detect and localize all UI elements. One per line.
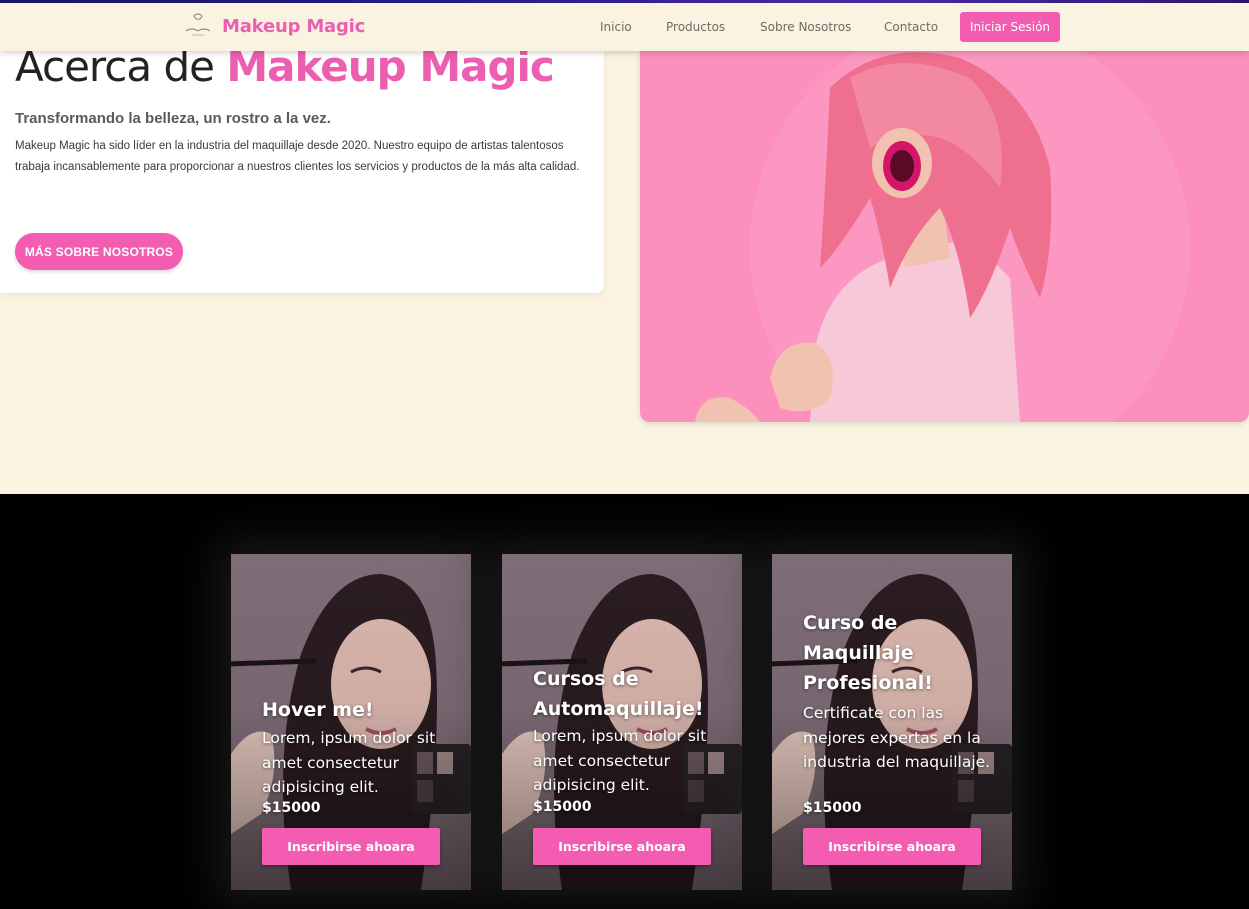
nav-link-productos[interactable]: Productos xyxy=(666,20,725,34)
about-text: Makeup Magic ha sido líder en la industr… xyxy=(15,140,580,173)
course-card-description: Certificate con las mejores expertas en … xyxy=(803,704,991,771)
course-card-price: $15000 xyxy=(803,800,862,816)
brand[interactable]: Makeup Magic xyxy=(182,10,365,42)
more-about-us-button[interactable]: MÁS SOBRE NOSOTROS xyxy=(15,233,183,270)
brand-name: Makeup Magic xyxy=(222,15,366,37)
navbar: Makeup Magic Inicio Productos Sobre Noso… xyxy=(0,3,1249,51)
course-card[interactable]: Curso de Maquillaje Profesional! Certifi… xyxy=(772,554,1012,890)
enroll-button[interactable]: Inscribirse ahoara xyxy=(533,828,711,865)
course-card-title: Hover me! xyxy=(262,699,374,721)
brand-logo-icon xyxy=(182,10,214,42)
course-card[interactable]: Hover me! Lorem, ipsum dolor sit amet co… xyxy=(231,554,471,890)
course-card-price: $15000 xyxy=(262,800,321,816)
enroll-button[interactable]: Inscribirse ahoara xyxy=(803,828,981,865)
course-card-description: Lorem, ipsum dolor sit amet consectetur … xyxy=(533,727,707,794)
hero-image xyxy=(640,48,1249,422)
course-card[interactable]: Cursos de Automaquillaje! Lorem, ipsum d… xyxy=(502,554,742,890)
nav-link-sobre-nosotros[interactable]: Sobre Nosotros xyxy=(760,20,851,34)
course-card-title: Curso de Maquillaje Profesional! xyxy=(803,612,933,694)
nav-link-inicio[interactable]: Inicio xyxy=(600,20,632,34)
login-button[interactable]: Iniciar Sesión xyxy=(960,12,1060,42)
course-card-title: Cursos de Automaquillaje! xyxy=(533,668,704,720)
courses-section: Hover me! Lorem, ipsum dolor sit amet co… xyxy=(0,494,1249,909)
course-card-price: $15000 xyxy=(533,799,592,815)
nav-link-contacto[interactable]: Contacto xyxy=(884,20,938,34)
course-card-description: Lorem, ipsum dolor sit amet consectetur … xyxy=(262,729,436,796)
enroll-button[interactable]: Inscribirse ahoara xyxy=(262,828,440,865)
about-subtitle: Transformando la belleza, un rostro a la… xyxy=(15,110,331,127)
